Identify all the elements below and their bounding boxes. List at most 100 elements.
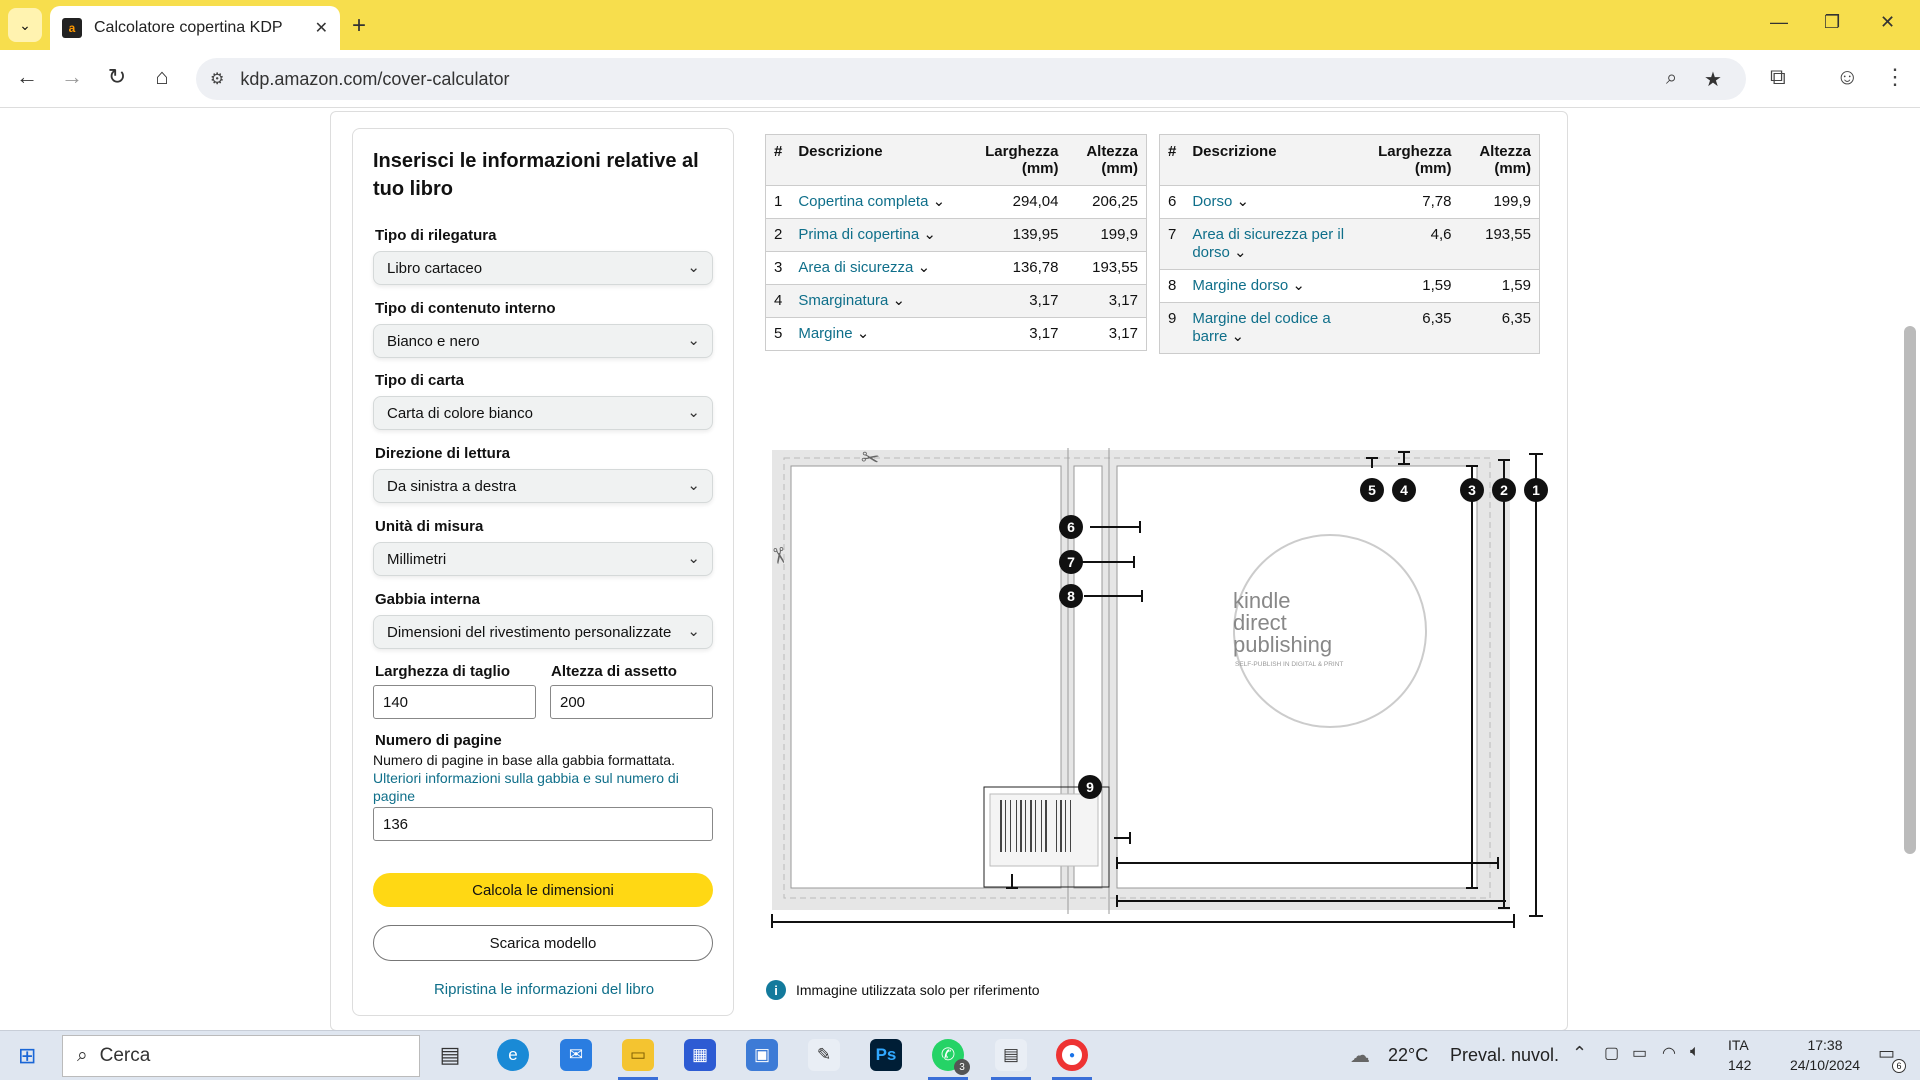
marker-label: 8 — [1067, 588, 1075, 604]
edge-icon[interactable]: e — [497, 1039, 529, 1071]
width-label: Larghezza di taglio — [375, 663, 511, 680]
new-tab-icon[interactable]: + — [352, 12, 366, 40]
trim-select[interactable]: Dimensioni del rivestimento personalizza… — [373, 615, 713, 649]
mail-icon[interactable]: ✉ — [560, 1039, 592, 1071]
profile-avatar-icon[interactable]: ☺ — [1836, 64, 1858, 90]
dimension-description-link[interactable]: Margine dorso ⌄ — [1192, 277, 1305, 294]
browser-tab[interactable]: a Calcolatore copertina KDP ✕ — [50, 6, 340, 50]
reload-icon[interactable]: ↻ — [102, 64, 132, 90]
minimize-icon[interactable]: — — [1770, 12, 1788, 33]
trim-label: Gabbia interna — [375, 591, 481, 608]
site-settings-icon[interactable]: ⚙ — [210, 69, 224, 89]
meet-now-icon[interactable]: ▢ — [1604, 1043, 1619, 1063]
language-indicator[interactable]: ITA — [1728, 1037, 1749, 1053]
chevron-down-icon: ⌄ — [687, 550, 700, 567]
restore-icon[interactable]: ❐ — [1824, 12, 1840, 33]
barcode-bar — [1065, 800, 1066, 852]
dimension-description-link[interactable]: Area di sicurezza per il dorso ⌄ — [1192, 226, 1344, 261]
weather-text[interactable]: Preval. nuvol. — [1450, 1045, 1559, 1066]
cell-height: 3,17 — [1066, 317, 1147, 351]
dimension-description-link[interactable]: Smarginatura ⌄ — [798, 292, 905, 309]
dimension-description-link[interactable]: Copertina completa ⌄ — [798, 193, 945, 210]
scrollbar-thumb[interactable] — [1904, 326, 1916, 854]
store-icon[interactable]: ▦ — [684, 1039, 716, 1071]
cell-num: 4 — [765, 284, 791, 318]
cell-num: 8 — [1159, 269, 1185, 303]
menu-icon[interactable]: ⋮ — [1884, 64, 1906, 90]
download-template-button[interactable]: Scarica modello — [373, 925, 713, 961]
reset-book-info-link[interactable]: Ripristina le informazioni del libro — [353, 981, 735, 998]
chevron-down-icon[interactable]: ⌄ — [853, 325, 870, 342]
clock-date[interactable]: 24/10/2024 — [1778, 1057, 1872, 1073]
paint-icon[interactable]: ✎ — [808, 1039, 840, 1071]
file-explorer-icon[interactable]: ▭ — [622, 1039, 654, 1071]
tab-search-chevron-icon[interactable]: ⌄ — [8, 8, 42, 42]
dimensions-table-right: # Descrizione Larghezza (mm) Altezza (mm… — [1159, 134, 1540, 354]
task-view-icon[interactable]: ▤ — [434, 1039, 466, 1071]
cell-width: 7,78 — [1370, 185, 1460, 219]
width-input[interactable]: 140 — [373, 685, 536, 719]
cover-diagram: ✂ ✂ kindle direct publishing SELF-PUBLIS… — [765, 444, 1548, 928]
pages-input[interactable]: 136 — [373, 807, 713, 841]
address-bar[interactable]: ⚙ kdp.amazon.com/cover-calculator ⌕ ★ — [196, 58, 1746, 100]
cell-num: 2 — [765, 218, 791, 252]
dimension-description-link[interactable]: Dorso ⌄ — [1192, 193, 1249, 210]
reading-select[interactable]: Da sinistra a destra ⌄ — [373, 469, 713, 503]
chrome-icon[interactable]: ● — [1056, 1039, 1088, 1071]
chevron-down-icon[interactable]: ⌄ — [1232, 193, 1250, 210]
back-icon[interactable]: ← — [12, 64, 42, 90]
volume-icon[interactable]: 🔈︎ — [1690, 1043, 1700, 1061]
content-select[interactable]: Bianco e nero ⌄ — [373, 324, 713, 358]
cell-height: 3,17 — [1066, 284, 1147, 318]
clock-time[interactable]: 17:38 — [1790, 1037, 1860, 1053]
chevron-down-icon[interactable]: ⌄ — [1288, 277, 1305, 294]
chevron-down-icon[interactable]: ⌄ — [1227, 328, 1245, 345]
extensions-icon[interactable]: ⧉ — [1770, 64, 1786, 90]
dimension-description-link[interactable]: Margine ⌄ — [798, 325, 869, 342]
kdp-logo-line3: publishing — [1233, 632, 1332, 657]
calculate-button[interactable]: Calcola le dimensioni — [373, 873, 713, 907]
wifi-icon[interactable]: ◠ — [1662, 1043, 1676, 1063]
tab-strip: ⌄ a Calcolatore copertina KDP ✕ + — ❐ ✕ — [0, 0, 1920, 50]
reference-note: i Immagine utilizzata solo per riferimen… — [766, 980, 1040, 1000]
chevron-down-icon[interactable]: ⌄ — [919, 226, 936, 243]
documents-icon[interactable]: ▤ — [995, 1039, 1027, 1071]
zoom-icon[interactable]: ⌕ — [1666, 67, 1677, 90]
dimension-description-link[interactable]: Prima di copertina ⌄ — [798, 226, 936, 243]
cell-width: 1,59 — [1370, 269, 1460, 303]
unit-value: Millimetri — [387, 550, 447, 568]
dimension-description-link[interactable]: Area di sicurezza ⌄ — [798, 259, 930, 276]
cell-desc: Margine ⌄ — [790, 317, 978, 351]
close-window-icon[interactable]: ✕ — [1880, 12, 1895, 33]
chevron-down-icon[interactable]: ⌄ — [1230, 244, 1247, 261]
chevron-down-icon[interactable]: ⌄ — [928, 193, 946, 210]
whatsapp-badge: 3 — [954, 1059, 970, 1075]
photoshop-icon[interactable]: Ps — [870, 1039, 902, 1071]
unit-select[interactable]: Millimetri ⌄ — [373, 542, 713, 576]
page-scrollbar[interactable] — [1900, 108, 1920, 1030]
battery-icon[interactable]: ▭ — [1632, 1043, 1647, 1063]
weather-temperature[interactable]: 22°C — [1388, 1045, 1428, 1066]
chevron-down-icon[interactable]: ⌄ — [888, 292, 906, 309]
chevron-down-icon[interactable]: ⌄ — [913, 259, 931, 276]
windows-start-icon[interactable]: ⊞ — [18, 1043, 36, 1069]
paper-select[interactable]: Carta di colore bianco ⌄ — [373, 396, 713, 430]
control-panel-icon[interactable]: ▣ — [746, 1039, 778, 1071]
weather-cloud-icon[interactable]: ☁ — [1350, 1043, 1370, 1068]
pages-info-link[interactable]: Ulteriori informazioni sulla gabbia e su… — [373, 769, 713, 805]
cell-height: 199,9 — [1459, 185, 1540, 219]
bookmark-star-icon[interactable]: ★ — [1704, 67, 1722, 92]
dimension-description-link[interactable]: Margine del codice a barre ⌄ — [1192, 310, 1330, 345]
close-tab-icon[interactable]: ✕ — [315, 18, 328, 38]
height-input[interactable]: 200 — [550, 685, 713, 719]
barcode-bar — [1035, 800, 1036, 852]
show-hidden-icons[interactable]: ⌃ — [1572, 1043, 1587, 1064]
home-icon[interactable]: ⌂ — [147, 64, 177, 90]
forward-icon[interactable]: → — [57, 64, 87, 90]
taskbar-search[interactable]: ⌕ Cerca — [62, 1035, 420, 1077]
table-row: 9 Margine del codice a barre ⌄ 6,35 6,35 — [1159, 302, 1540, 354]
unit-label: Unità di misura — [375, 518, 484, 535]
marker-label: 7 — [1067, 554, 1075, 570]
barcode-bar — [1070, 800, 1071, 852]
binding-select[interactable]: Libro cartaceo ⌄ — [373, 251, 713, 285]
